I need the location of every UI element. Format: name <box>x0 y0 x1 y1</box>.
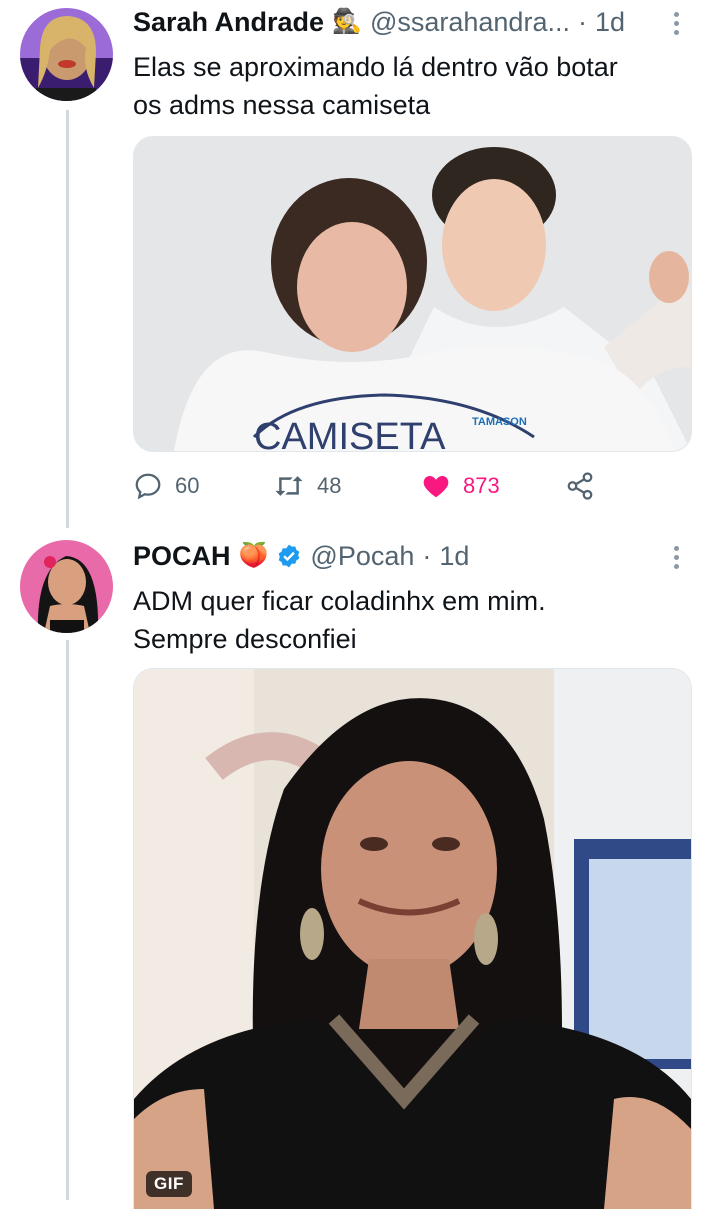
display-name[interactable]: Sarah Andrade <box>133 7 324 38</box>
separator: · <box>422 540 432 571</box>
tweet-text-line: Sempre desconfiei <box>133 624 357 654</box>
handle[interactable]: @ssarahandra... <box>370 7 570 38</box>
retweet-count: 48 <box>317 473 342 498</box>
reply-count: 60 <box>175 473 200 498</box>
tweet-text: ADM quer ficar coladinhx em mim. Sempre … <box>133 582 680 658</box>
display-name[interactable]: POCAH <box>133 541 231 572</box>
verified-icon <box>279 544 300 568</box>
peach-emoji-icon: 🍑 <box>238 542 269 569</box>
tweet-actions: 60 48 873 <box>133 466 613 506</box>
avatar[interactable] <box>20 540 113 633</box>
tweet-header: Sarah Andrade 🕵️ @ssarahandra... · 1d <box>133 4 690 40</box>
tweet-gif[interactable]: GIF <box>133 668 692 1209</box>
tweet-text-line: Elas se aproximando lá dentro vão botar <box>133 52 618 82</box>
tweet[interactable]: POCAH 🍑 @Pocah · 1d ADM quer ficar colad… <box>0 530 710 1209</box>
more-icon[interactable] <box>674 12 680 35</box>
spy-emoji-icon: 🕵️ <box>332 8 362 35</box>
like-icon <box>423 476 449 498</box>
share-button[interactable] <box>565 466 595 506</box>
retweet-button[interactable]: 48 <box>273 466 341 506</box>
like-count: 873 <box>463 473 500 498</box>
gif-badge: GIF <box>146 1171 192 1197</box>
reply-icon <box>135 473 161 500</box>
avatar[interactable] <box>20 8 113 101</box>
tweet-text: Elas se aproximando lá dentro vão botar … <box>133 48 680 124</box>
tweet-header: POCAH 🍑 @Pocah · 1d <box>133 538 690 574</box>
timestamp[interactable]: 1d <box>595 7 625 38</box>
tweet-photo[interactable]: CAMISETA TAMASON <box>133 136 692 452</box>
timestamp[interactable]: 1d <box>439 541 469 572</box>
like-button[interactable]: 873 <box>421 466 500 506</box>
tweet-text-line: os adms nessa camiseta <box>133 90 431 120</box>
more-icon[interactable] <box>674 546 680 569</box>
tweet-text-line: ADM quer ficar coladinhx em mim. <box>133 586 546 616</box>
share-icon <box>567 472 593 500</box>
reply-button[interactable]: 60 <box>133 466 199 506</box>
tweet[interactable]: Sarah Andrade 🕵️ @ssarahandra... · 1d El… <box>0 0 710 530</box>
separator: · <box>577 6 587 37</box>
retweet-icon <box>275 476 303 496</box>
shirt-logo: TAMASON <box>472 416 527 428</box>
handle[interactable]: @Pocah <box>310 541 414 572</box>
shirt-text: CAMISETA <box>254 416 446 451</box>
